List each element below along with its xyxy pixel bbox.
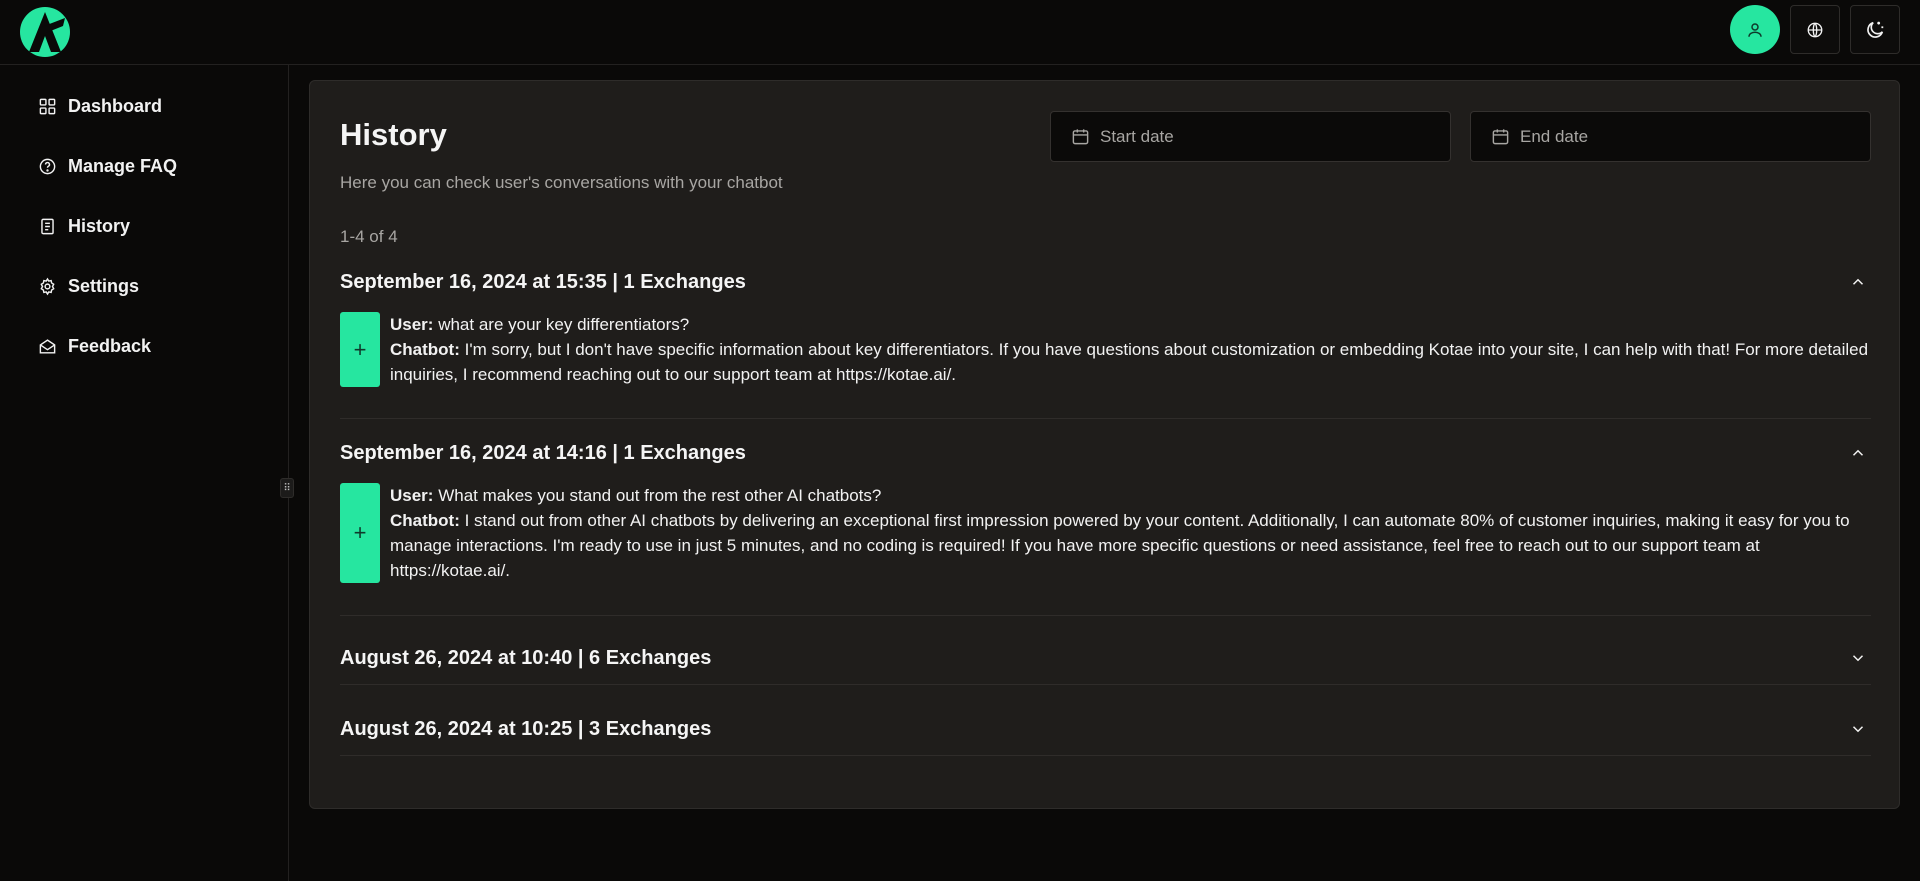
calendar-icon — [1072, 129, 1089, 145]
conversation-title: September 16, 2024 at 15:35 | 1 Exchange… — [340, 270, 746, 293]
conversation-header[interactable]: September 16, 2024 at 14:16 | 1 Exchange… — [340, 438, 1871, 468]
calendar-icon — [1492, 129, 1509, 145]
start-date-picker[interactable]: Start date — [1050, 111, 1451, 162]
sidebar-item-manage-faq[interactable]: Manage FAQ — [38, 151, 177, 181]
chatbot-label: Chatbot: — [390, 340, 460, 359]
conversation-header[interactable]: August 26, 2024 at 10:25 | 3 Exchanges — [340, 704, 1871, 754]
chevron-down-icon[interactable] — [1849, 720, 1867, 738]
sidebar-item-label: Dashboard — [68, 95, 163, 116]
conversation-header[interactable]: August 26, 2024 at 10:40 | 6 Exchanges — [340, 633, 1871, 683]
chevron-up-icon[interactable] — [1849, 273, 1867, 291]
conversation-title: September 16, 2024 at 14:16 | 1 Exchange… — [340, 441, 746, 464]
sidebar-item-feedback[interactable]: Feedback — [38, 331, 151, 361]
page-subtitle: Here you can check user's conversations … — [340, 173, 783, 192]
mail-open-icon — [39, 338, 56, 354]
history-card: History Here you can check user's conver… — [309, 80, 1900, 809]
sidebar-item-history[interactable]: History — [38, 211, 130, 241]
globe-icon — [1807, 22, 1823, 37]
user-label: User: — [390, 486, 434, 505]
moon-stars-icon — [1867, 21, 1884, 38]
sidebar-item-label: Manage FAQ — [68, 155, 178, 176]
conversation-title: August 26, 2024 at 10:40 | 6 Exchanges — [340, 646, 712, 669]
conversation-item: September 16, 2024 at 14:16 | 1 Exchange… — [340, 438, 1871, 616]
sidebar-resize-handle[interactable]: ⠿ — [280, 478, 294, 498]
user-icon — [1748, 22, 1762, 37]
conversation-title: August 26, 2024 at 10:25 | 3 Exchanges — [340, 717, 712, 740]
pagination-info: 1-4 of 4 — [340, 227, 398, 246]
language-button[interactable] — [1790, 5, 1840, 54]
theme-toggle-button[interactable] — [1850, 5, 1900, 54]
expand-exchange-button[interactable]: + — [340, 483, 380, 583]
end-date-placeholder: End date — [1520, 126, 1589, 146]
sidebar-item-label: Feedback — [68, 335, 152, 356]
user-message: What makes you stand out from the rest o… — [433, 486, 882, 505]
chatbot-message: I stand out from other AI chatbots by de… — [390, 511, 1850, 580]
help-circle-icon — [39, 158, 56, 174]
conversation-item: August 26, 2024 at 10:40 | 6 Exchanges — [340, 633, 1871, 685]
top-bar — [0, 0, 1920, 65]
user-message: what are your key differentiators? — [433, 315, 690, 334]
expand-exchange-button[interactable]: + — [340, 312, 380, 387]
sidebar: Dashboard Manage FAQ History Settings Fe… — [0, 65, 289, 881]
kotae-logo[interactable] — [19, 6, 71, 58]
gear-icon — [40, 277, 55, 295]
conversation-item: September 16, 2024 at 15:35 | 1 Exchange… — [340, 267, 1871, 419]
chevron-up-icon[interactable] — [1849, 444, 1867, 462]
conversation-header[interactable]: September 16, 2024 at 15:35 | 1 Exchange… — [340, 267, 1871, 297]
chatbot-label: Chatbot: — [390, 511, 460, 530]
chevron-down-icon[interactable] — [1849, 649, 1867, 667]
start-date-placeholder: Start date — [1100, 126, 1174, 146]
sidebar-item-settings[interactable]: Settings — [38, 271, 139, 301]
sidebar-item-dashboard[interactable]: Dashboard — [38, 91, 162, 121]
exchange-content: User: what are your key differentiators?… — [390, 312, 1871, 387]
sidebar-item-label: Settings — [68, 275, 140, 296]
page-title: History — [340, 117, 447, 152]
end-date-picker[interactable]: End date — [1470, 111, 1871, 162]
conversation-item: August 26, 2024 at 10:25 | 3 Exchanges — [340, 704, 1871, 756]
sidebar-item-label: History — [68, 215, 131, 236]
grid-icon — [39, 98, 56, 114]
document-icon — [41, 218, 54, 234]
chatbot-message: I'm sorry, but I don't have specific inf… — [390, 340, 1869, 384]
user-label: User: — [390, 315, 434, 334]
exchange-content: User: What makes you stand out from the … — [390, 483, 1871, 583]
profile-button[interactable] — [1730, 5, 1780, 54]
